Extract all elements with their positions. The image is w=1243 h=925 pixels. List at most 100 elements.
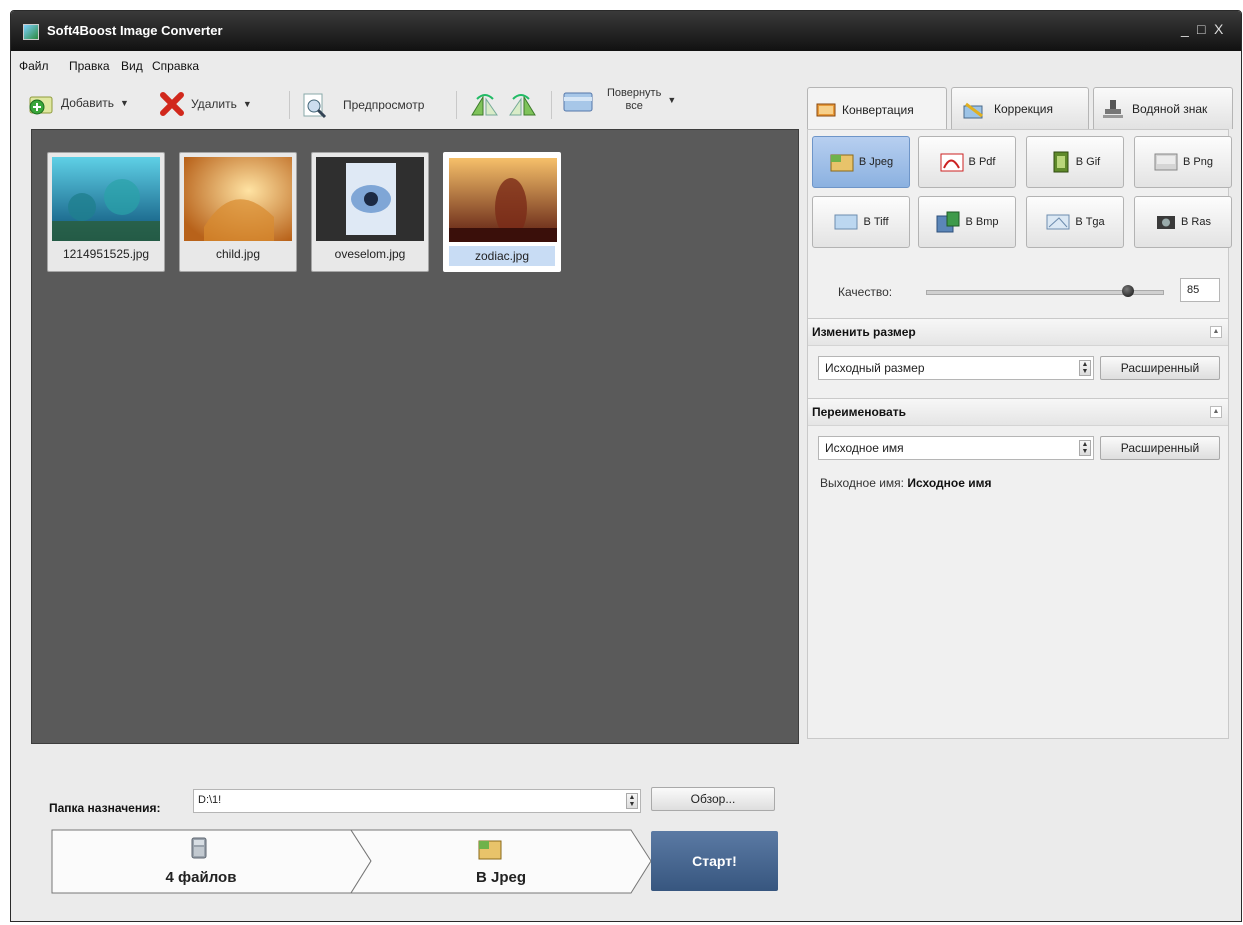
rotate-left-icon[interactable] [469,91,499,119]
menu-bar: Файл Правка Вид Справка [11,51,1241,81]
rotate-all-dropdown-arrow-icon[interactable]: ▼ [667,95,676,105]
red-x-delete-icon [160,92,184,116]
menu-edit[interactable]: Правка [69,59,110,73]
resize-advanced-button[interactable]: Расширенный [1100,356,1220,380]
menu-view[interactable]: Вид [121,59,143,73]
rotate-right-icon[interactable] [507,91,537,119]
format-pdf-button[interactable]: В Pdf [918,136,1016,188]
minimize-button[interactable]: _ [1181,21,1189,37]
collapse-arrow-icon[interactable]: ▲ [1210,406,1222,418]
settings-panel: Конвертация Коррекция Водяной знак В Jpe… [807,81,1237,921]
rotate-all-label-line1: Повернуть [607,87,662,99]
tab-conversion-label: Конвертация [842,102,914,117]
format-png-label: В Png [1183,156,1213,168]
delete-dropdown-arrow-icon[interactable]: ▼ [243,99,252,109]
target-format-label: В Jpeg [475,869,526,886]
image-list-area[interactable]: 1214951525.jpg child.jpg oveselom.jpg zo… [31,129,799,744]
conversion-tab-panel: В Jpeg В Pdf В Gif В Png В Tiff В Bmp В … [807,129,1232,739]
destination-spin-icon[interactable]: ▲ ▼ [626,793,638,809]
rotate-all-label-line2: все [625,100,643,112]
quality-label: Качество: [838,285,893,299]
tab-conversion[interactable]: Конвертация [807,87,947,131]
menu-help[interactable]: Справка [152,59,199,73]
thumbnail-item[interactable]: child.jpg [179,152,297,272]
add-button[interactable]: Добавить ▼ [29,91,129,115]
thumbnail-filename: child.jpg [215,247,261,261]
collapse-arrow-icon[interactable]: ▲ [1210,326,1222,338]
watermark-stamp-icon [1103,99,1123,118]
format-gif-label: В Gif [1075,156,1101,168]
preview-button-label: Предпросмотр [343,98,425,112]
rename-select[interactable]: Исходное имя ▲ ▼ [818,436,1094,460]
destination-label: Папка назначения: [49,801,161,815]
output-name-value: Исходное имя [907,476,992,490]
select-spin-icon[interactable]: ▲ ▼ [1079,440,1091,456]
start-button[interactable]: Старт! [651,831,778,891]
thumbnail-item-selected[interactable]: zodiac.jpg [443,152,561,272]
select-spin-icon[interactable]: ▲ ▼ [1079,360,1091,376]
close-button[interactable]: X [1214,21,1223,37]
conversion-tab-icon [816,103,836,116]
format-bmp-button[interactable]: В Bmp [918,196,1016,248]
correction-tab-icon [963,102,983,118]
format-ras-button[interactable]: В Ras [1134,196,1232,248]
zodiac-image-thumbnail [449,158,557,242]
format-pdf-label: В Pdf [968,156,996,168]
jpeg-icon [830,154,854,172]
child-image-thumbnail [184,157,292,241]
app-icon [23,24,39,40]
tiff-icon [834,214,858,230]
maximize-button[interactable]: □ [1197,21,1205,37]
delete-button[interactable]: Удалить ▼ [159,91,252,117]
format-tga-button[interactable]: В Tga [1026,196,1124,248]
thumbnail-item[interactable]: 1214951525.jpg [47,152,165,272]
output-name-row: Выходное имя: Исходное имя [820,476,992,490]
gif-film-icon [1053,151,1069,173]
rename-section-title: Переименовать [812,405,906,419]
toolbar-separator [456,91,457,119]
jpeg-format-icon [478,840,502,860]
rotate-all-button[interactable]: Повернуть все ▼ [563,87,676,113]
tab-watermark[interactable]: Водяной знак [1093,87,1233,129]
tab-correction-label: Коррекция [994,101,1054,116]
png-icon [1154,153,1178,171]
preview-button[interactable]: Предпросмотр [301,91,424,119]
quality-slider-thumb[interactable] [1121,285,1134,297]
destination-folder-input[interactable]: D:\1! ▲ ▼ [193,789,641,813]
rename-advanced-button[interactable]: Расширенный [1100,436,1220,460]
ras-camera-icon [1157,216,1176,229]
file-count-label: 4 файлов [165,869,237,886]
format-tiff-button[interactable]: В Tiff [812,196,910,248]
thumbnail-filename: zodiac.jpg [449,246,555,266]
resize-section-title: Изменить размер [812,325,916,339]
browse-button[interactable]: Обзор... [651,787,775,811]
underwater-image-thumbnail [52,157,160,241]
eye-image-thumbnail [316,157,424,241]
destination-folder-value: D:\1! [198,794,222,806]
output-name-label: Выходное имя: [820,476,904,490]
format-tga-label: В Tga [1075,216,1105,228]
resize-select[interactable]: Исходный размер ▲ ▼ [818,356,1094,380]
thumbnail-filename: oveselom.jpg [334,247,406,261]
add-dropdown-arrow-icon[interactable]: ▼ [120,98,129,108]
quality-value-input[interactable]: 85 [1180,278,1220,302]
quality-slider-track[interactable] [926,285,1164,297]
add-folder-icon [29,96,53,115]
format-jpeg-button[interactable]: В Jpeg [812,136,910,188]
app-window: Soft4Boost Image Converter _ □ X Файл Пр… [10,10,1242,922]
toolbar-separator [551,91,552,119]
rename-section-header[interactable]: Переименовать ▲ [808,398,1228,426]
preview-magnifier-icon [303,93,327,119]
format-png-button[interactable]: В Png [1134,136,1232,188]
bmp-icon [936,211,960,233]
resize-select-value: Исходный размер [825,361,925,375]
rename-select-value: Исходное имя [825,441,904,455]
format-jpeg-label: В Jpeg [858,156,894,168]
resize-section-header[interactable]: Изменить размер ▲ [808,318,1228,346]
format-gif-button[interactable]: В Gif [1026,136,1124,188]
tab-correction[interactable]: Коррекция [951,87,1089,129]
format-tiff-label: В Tiff [863,216,889,228]
thumbnail-filename: 1214951525.jpg [62,247,150,261]
thumbnail-item[interactable]: oveselom.jpg [311,152,429,272]
menu-file[interactable]: Файл [19,59,49,73]
